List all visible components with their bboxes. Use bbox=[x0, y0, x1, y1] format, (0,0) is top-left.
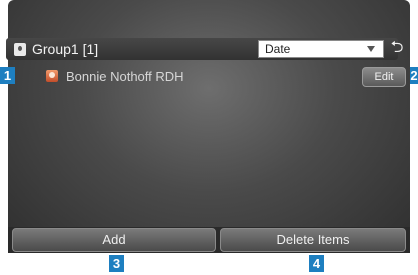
back-icon[interactable]: ⮌ bbox=[388, 39, 406, 57]
contact-name: Bonnie Nothoff RDH bbox=[66, 69, 184, 84]
sort-dropdown[interactable]: Date bbox=[258, 40, 384, 58]
group-title: Group1 [1] bbox=[32, 41, 99, 57]
callout-4: 4 bbox=[309, 255, 324, 272]
callout-3: 3 bbox=[109, 255, 124, 272]
list-item[interactable] bbox=[6, 66, 398, 90]
delete-items-button[interactable]: Delete Items bbox=[220, 228, 406, 252]
sort-selected-value: Date bbox=[265, 42, 291, 56]
add-button[interactable]: Add bbox=[12, 228, 216, 252]
contact-icon bbox=[46, 70, 58, 82]
edit-button[interactable]: Edit bbox=[362, 67, 406, 87]
pin-icon bbox=[14, 43, 26, 56]
callout-2: 2 bbox=[410, 67, 418, 84]
chevron-down-icon bbox=[367, 46, 375, 52]
callout-1: 1 bbox=[0, 67, 15, 84]
